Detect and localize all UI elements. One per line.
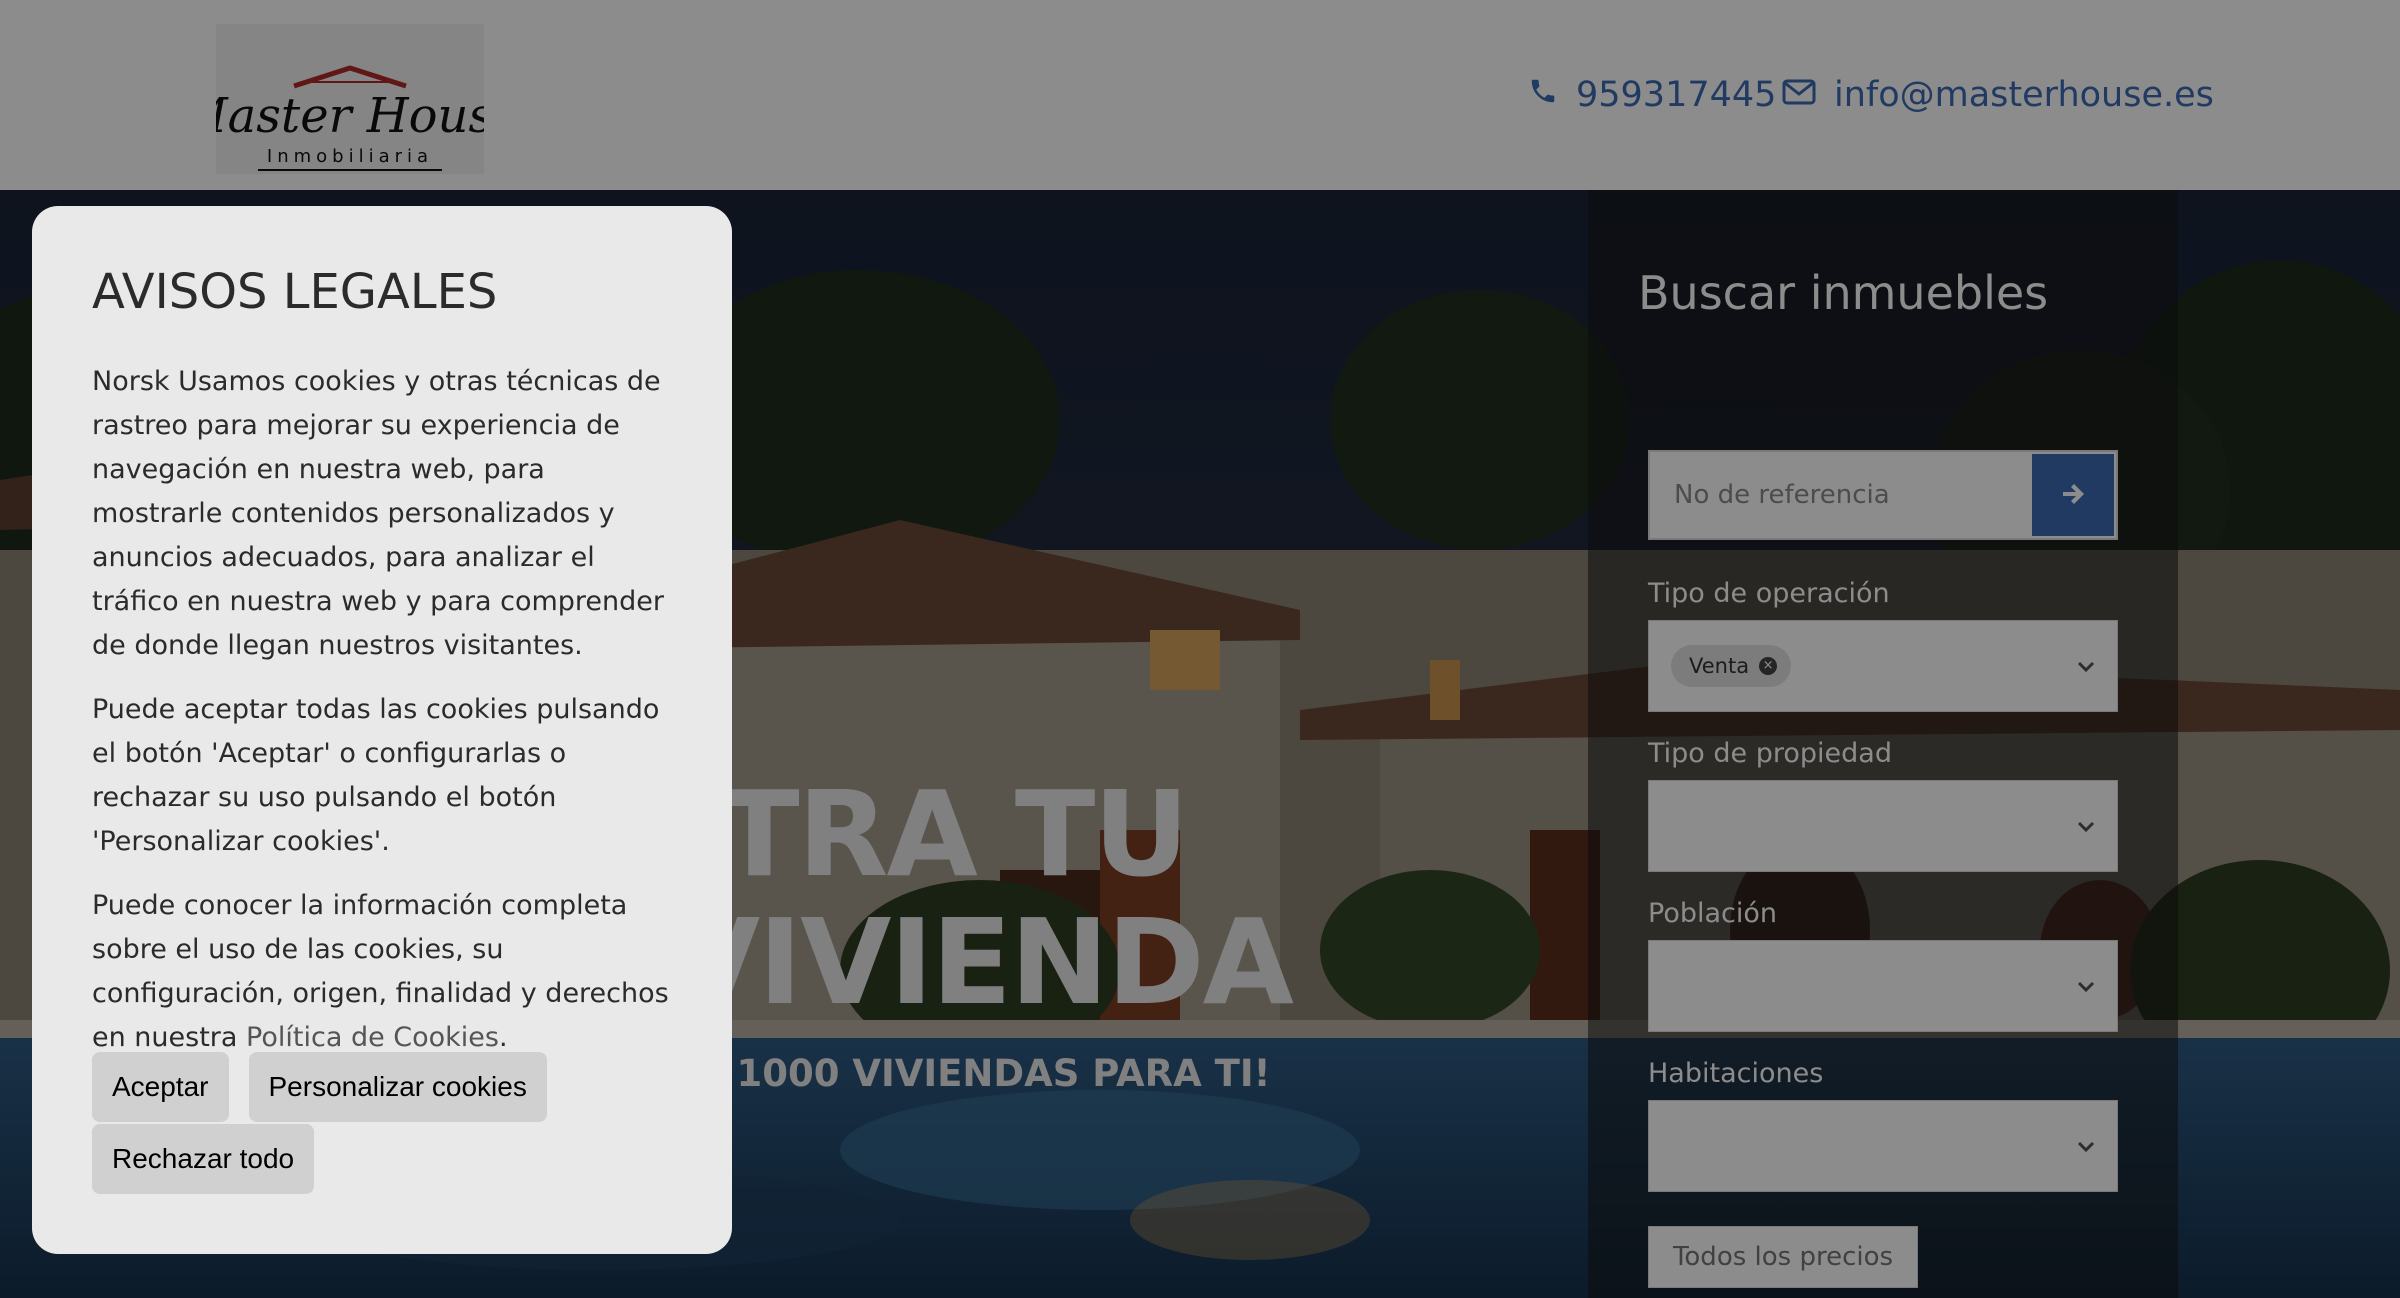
page: Master House Inmobiliaria 959317445 info… [0,0,2400,1298]
cookie-button-row-2: Rechazar todo [92,1124,315,1194]
cookie-consent-dialog: AVISOS LEGALES Norsk Usamos cookies y ot… [32,206,732,1254]
accept-cookies-button[interactable]: Aceptar [92,1052,229,1122]
cookie-paragraph-3: Puede conocer la información completa so… [92,890,669,1053]
cookie-policy-link[interactable]: Política de Cookies [246,1022,499,1053]
reject-cookies-button[interactable]: Rechazar todo [92,1124,315,1194]
cookie-dialog-title: AVISOS LEGALES [92,264,498,320]
cookie-button-row: Aceptar Personalizar cookies [92,1052,547,1122]
cookie-paragraph-1: Norsk Usamos cookies y otras técnicas de… [92,366,664,661]
cookie-paragraph-2: Puede aceptar todas las cookies pulsando… [92,694,660,857]
customize-cookies-button[interactable]: Personalizar cookies [248,1052,547,1122]
